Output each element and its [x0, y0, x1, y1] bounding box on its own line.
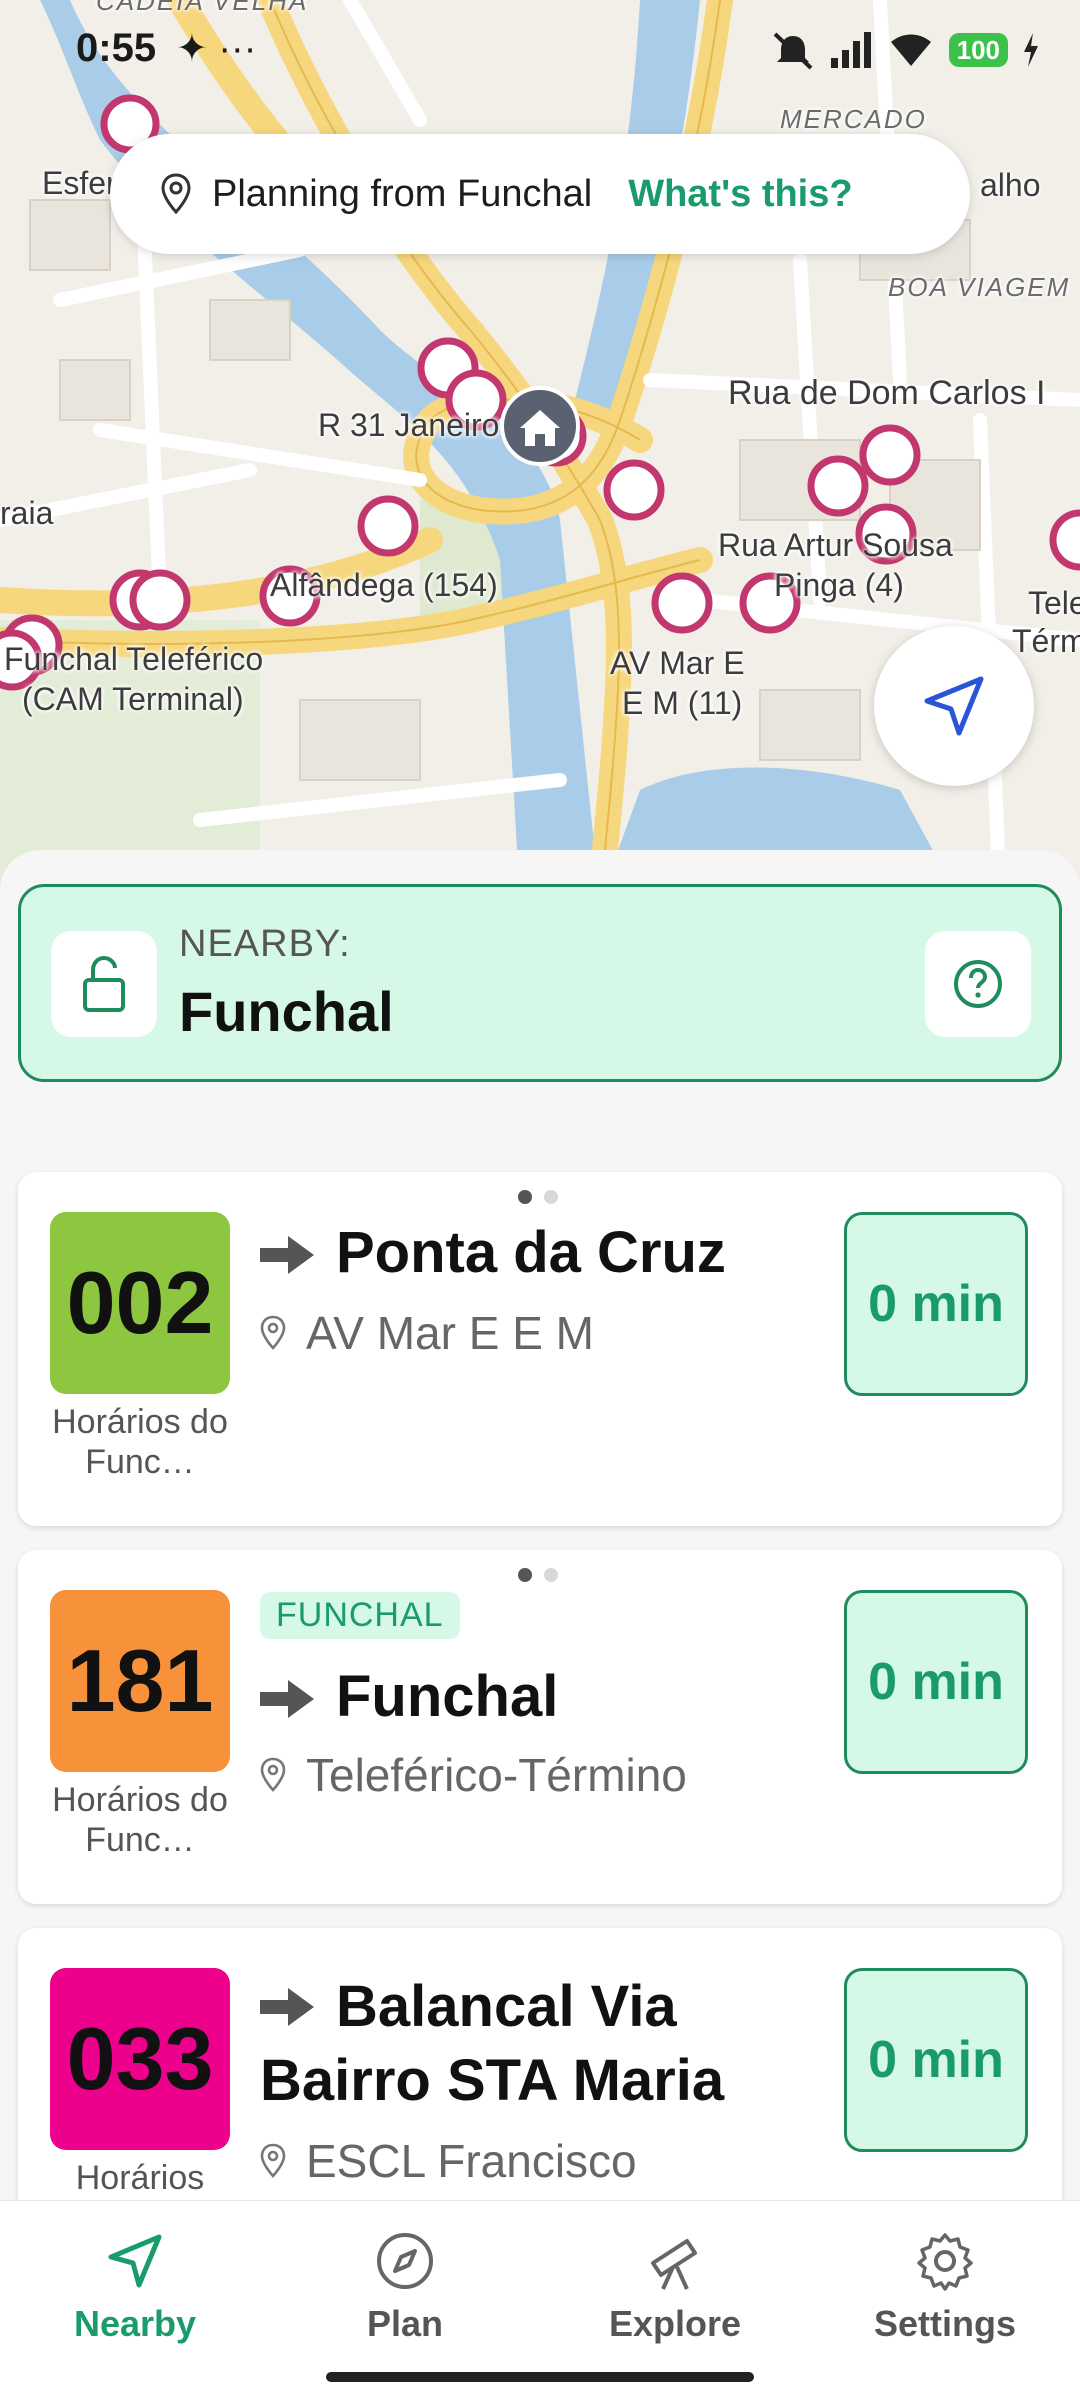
map-label: Rua Artur Sousa: [718, 527, 953, 563]
page-dots: [518, 1568, 558, 1582]
eta-badge: 0 min: [844, 1590, 1028, 1774]
gear-icon: [917, 2233, 973, 2291]
map-label: (CAM Terminal): [22, 681, 244, 717]
destination-text: Funchal: [336, 1664, 559, 1729]
page-dots: [518, 1190, 558, 1204]
nav-nearby-label: Nearby: [73, 2303, 197, 2344]
navigation-arrow-icon: [108, 2234, 162, 2288]
map-label: Rua de Dom Carlos I: [728, 374, 1046, 412]
navigation-arrow-icon: [924, 676, 984, 736]
bottom-navigation: Nearby Plan Explore Settings: [0, 2200, 1080, 2400]
map-label: Funchal Teleférico: [4, 641, 264, 677]
planning-from-banner[interactable]: Planning from Funchal What's this?: [110, 134, 970, 254]
nearby-place-name: Funchal: [179, 980, 394, 1043]
status-extra: ✦ ···: [176, 28, 257, 70]
agency-name: Horários do Func…: [52, 1781, 228, 1859]
agency-name: Horários: [75, 2159, 205, 2197]
status-icons: 100: [771, 30, 1040, 70]
battery-indicator: 100: [948, 33, 1008, 67]
map-label: Alfândega (154): [270, 567, 498, 603]
nearby-location-card[interactable]: NEARBY: Funchal: [18, 884, 1062, 1082]
unlock-icon: [83, 955, 125, 1012]
route-destination: Funchal: [260, 1660, 558, 1734]
signal-icon: [830, 32, 871, 68]
nav-plan[interactable]: Plan: [270, 2201, 540, 2400]
map-label: Pinga (4): [774, 567, 904, 603]
destination-text: Balancal Via Bairro STA Maria: [260, 1968, 820, 2118]
destination-label: Balancal Via Bairro STA Maria: [260, 1974, 725, 2113]
nearby-label: NEARBY:: [179, 923, 351, 965]
map-label: E M (11): [622, 685, 743, 721]
wifi-icon: [890, 34, 931, 66]
location-pin-icon: [161, 173, 191, 215]
agency-name: Horários do Func…: [52, 1403, 228, 1481]
nav-explore-label: Explore: [608, 2303, 742, 2344]
eta-badge: 0 min: [844, 1968, 1028, 2152]
location-pin-icon: [260, 2143, 286, 2178]
route-number-badge: 033: [50, 1968, 230, 2150]
map-label: raia: [0, 495, 54, 531]
route-destination: Ponta da Cruz: [260, 1216, 726, 1290]
nav-settings-label: Settings: [873, 2303, 1016, 2344]
status-bar: 0:55 ✦ ··· 100: [0, 0, 1080, 100]
route-card[interactable]: 181 Horários do Func… FUNCHAL Funchal Te…: [18, 1550, 1062, 1904]
telescope-icon: [651, 2239, 697, 2290]
arrow-right-icon: [260, 1236, 314, 1274]
route-card[interactable]: 033 Horários Balancal Via Bairro STA Mar…: [18, 1928, 1062, 2200]
whats-this-link[interactable]: What's this?: [628, 173, 852, 216]
help-button[interactable]: [925, 931, 1031, 1037]
stop-info: ESCL Francisco: [260, 2134, 637, 2188]
locate-me-button[interactable]: [874, 626, 1034, 786]
bell-muted-icon: [773, 32, 812, 70]
stop-name: ESCL Francisco: [306, 2135, 637, 2187]
nav-settings[interactable]: Settings: [810, 2201, 1080, 2400]
map-label: BOA VIAGEM: [888, 272, 1071, 302]
agency-tag: FUNCHAL: [260, 1592, 460, 1639]
arrow-right-icon: [260, 1988, 314, 2026]
route-card[interactable]: 002 Horários do Func… Ponta da Cruz AV M…: [18, 1172, 1062, 1526]
lock-button[interactable]: [51, 931, 157, 1037]
home-indicator[interactable]: [326, 2372, 754, 2382]
route-destination: Balancal Via Bairro STA Maria: [260, 1968, 820, 2118]
map-label: AV Mar E: [610, 645, 745, 681]
stop-info: AV Mar E E M: [260, 1306, 594, 1360]
departures-list[interactable]: 002 Horários do Func… Ponta da Cruz AV M…: [0, 1130, 1080, 2200]
eta-badge: 0 min: [844, 1212, 1028, 1396]
map-label: R 31 Janeiro: [318, 407, 500, 443]
route-number-badge: 181: [50, 1590, 230, 1772]
map-view[interactable]: CADEIA VELHA Esfer MERCADO alho BOA VIAG…: [0, 0, 1080, 900]
planning-from-text: Planning from Funchal: [212, 172, 593, 215]
location-pin-icon: [260, 1757, 286, 1792]
charging-icon: [1024, 33, 1038, 67]
nav-nearby[interactable]: Nearby: [0, 2201, 270, 2400]
stop-name: Teleférico-Término: [306, 1749, 687, 1801]
status-time: 0:55: [76, 26, 157, 70]
nav-plan-label: Plan: [366, 2303, 444, 2344]
map-label: Tele: [1028, 585, 1080, 621]
location-pin-icon: [260, 1315, 286, 1350]
nav-explore[interactable]: Explore: [540, 2201, 810, 2400]
destination-text: Ponta da Cruz: [336, 1220, 726, 1285]
home-icon: [500, 386, 580, 466]
map-label: alho: [980, 167, 1041, 203]
map-label: MERCADO: [780, 104, 927, 134]
map-label: Esfer: [42, 165, 117, 201]
compass-icon: [377, 2233, 433, 2289]
stop-info: Teleférico-Término: [260, 1748, 687, 1802]
stop-name: AV Mar E E M: [306, 1307, 594, 1359]
route-number-badge: 002: [50, 1212, 230, 1394]
arrow-right-icon: [260, 1680, 314, 1718]
map-label: Térm: [1012, 623, 1080, 659]
help-circle-icon: [954, 960, 1002, 1008]
